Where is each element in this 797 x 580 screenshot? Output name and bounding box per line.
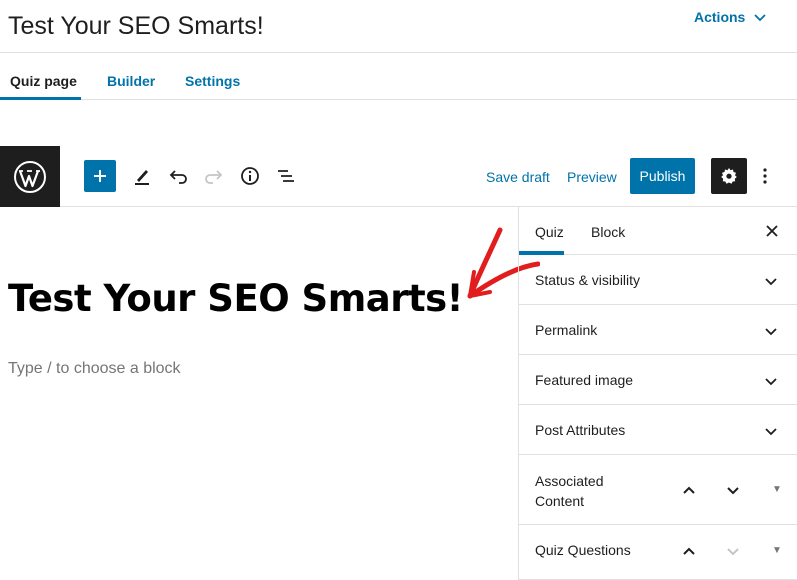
- panel-label: Permalink: [535, 322, 598, 338]
- chevron-down-icon: [765, 428, 777, 436]
- more-options-button[interactable]: [755, 164, 775, 188]
- chevron-down-icon: [765, 328, 777, 336]
- panel-featured-image[interactable]: Featured image: [519, 355, 797, 405]
- actions-label: Actions: [694, 9, 746, 25]
- undo-button[interactable]: [166, 164, 190, 188]
- editor-toolbar: Save draft Preview Publish: [0, 146, 797, 207]
- active-tab-indicator: [0, 97, 81, 100]
- tab-settings[interactable]: Settings: [185, 73, 240, 89]
- tab-builder[interactable]: Builder: [107, 73, 155, 89]
- move-up-button[interactable]: [680, 481, 698, 499]
- chevron-down-icon: [765, 278, 777, 286]
- preview-button[interactable]: Preview: [567, 169, 617, 185]
- edit-tools-button[interactable]: [130, 164, 154, 188]
- move-down-button[interactable]: [724, 542, 742, 560]
- more-vertical-icon: [763, 168, 767, 184]
- actions-dropdown[interactable]: Actions: [694, 9, 767, 25]
- close-sidebar-button[interactable]: [762, 221, 782, 241]
- page-title: Test Your SEO Smarts!: [8, 12, 264, 40]
- sidebar-tabs: Quiz Block: [519, 207, 797, 255]
- caret-down-icon[interactable]: ▼: [772, 545, 782, 556]
- gear-icon: [721, 168, 737, 184]
- chevron-down-icon: [727, 487, 739, 495]
- wordpress-logo-button[interactable]: [0, 146, 60, 207]
- add-block-button[interactable]: [84, 160, 116, 192]
- list-view-icon: [278, 170, 294, 182]
- undo-icon: [169, 170, 187, 184]
- chevron-up-icon: [683, 547, 695, 555]
- list-view-button[interactable]: [274, 164, 298, 188]
- page-header: Test Your SEO Smarts! Actions: [0, 0, 797, 53]
- panel-quiz-questions[interactable]: Quiz Questions ▼: [519, 525, 797, 580]
- chevron-down-icon: [754, 14, 766, 22]
- panel-label: Status & visibility: [535, 272, 641, 288]
- close-icon: [766, 225, 778, 237]
- sidebar-tab-block[interactable]: Block: [591, 224, 625, 240]
- redo-icon: [205, 170, 223, 184]
- panel-label: Associated Content: [535, 473, 604, 509]
- block-appender[interactable]: Type / to choose a block: [8, 360, 181, 378]
- save-draft-button[interactable]: Save draft: [486, 169, 550, 185]
- panel-label: Quiz Questions: [535, 542, 631, 558]
- move-up-button[interactable]: [680, 542, 698, 560]
- panel-permalink[interactable]: Permalink: [519, 305, 797, 355]
- publish-button[interactable]: Publish: [630, 158, 695, 194]
- panel-associated-content[interactable]: Associated Content ▼: [519, 455, 797, 525]
- chevron-up-icon: [683, 486, 695, 494]
- wordpress-icon: [14, 160, 46, 193]
- details-button[interactable]: [238, 164, 262, 188]
- panel-label: Post Attributes: [535, 422, 626, 438]
- panel-status-visibility[interactable]: Status & visibility: [519, 255, 797, 305]
- pencil-icon: [135, 170, 149, 185]
- info-icon: [241, 167, 259, 185]
- tab-quiz-page[interactable]: Quiz page: [10, 73, 77, 89]
- post-title[interactable]: Test Your SEO Smarts!: [8, 277, 464, 320]
- plus-icon: [94, 170, 106, 182]
- caret-down-icon[interactable]: ▼: [772, 484, 782, 495]
- panel-label: Featured image: [535, 372, 634, 388]
- chevron-down-icon: [727, 548, 739, 556]
- sidebar-tab-quiz[interactable]: Quiz: [535, 224, 564, 240]
- chevron-down-icon: [765, 378, 777, 386]
- panel-post-attributes[interactable]: Post Attributes: [519, 405, 797, 455]
- page-tabs: Quiz page Builder Settings: [0, 54, 797, 100]
- settings-toggle-button[interactable]: [711, 158, 747, 194]
- move-down-button[interactable]: [724, 481, 742, 499]
- redo-button[interactable]: [202, 164, 226, 188]
- settings-sidebar: Quiz Block Status & visibility Permalink…: [518, 207, 797, 580]
